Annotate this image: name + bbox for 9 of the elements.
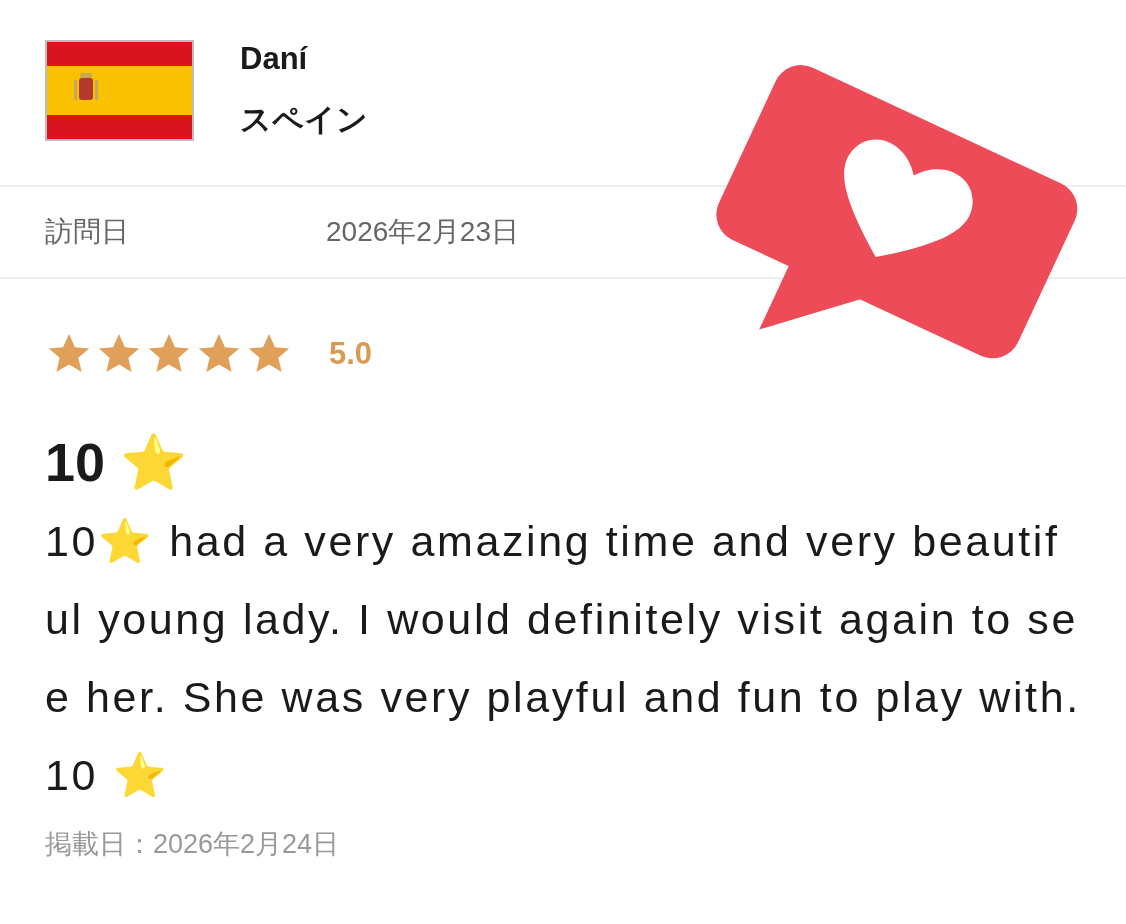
flag-icon bbox=[45, 40, 194, 141]
review-title: 10 ⭐ bbox=[44, 431, 189, 494]
reviewer-country: スペイン bbox=[240, 100, 368, 139]
visit-date: 2026年2月23日 bbox=[326, 215, 519, 249]
review-text: 10⭐ had a very amazing time and very beautiful young lady. I would definitely visit again to see her. She was very playful and fun to play with. 10 ⭐ bbox=[44, 516, 1082, 801]
visit-label: 訪問日 bbox=[45, 215, 130, 249]
reviewer-name: Daní bbox=[240, 40, 309, 77]
posted-date: 掲載日：2026年2月24日 bbox=[44, 828, 341, 861]
rating-score: 5.0 bbox=[329, 336, 373, 372]
